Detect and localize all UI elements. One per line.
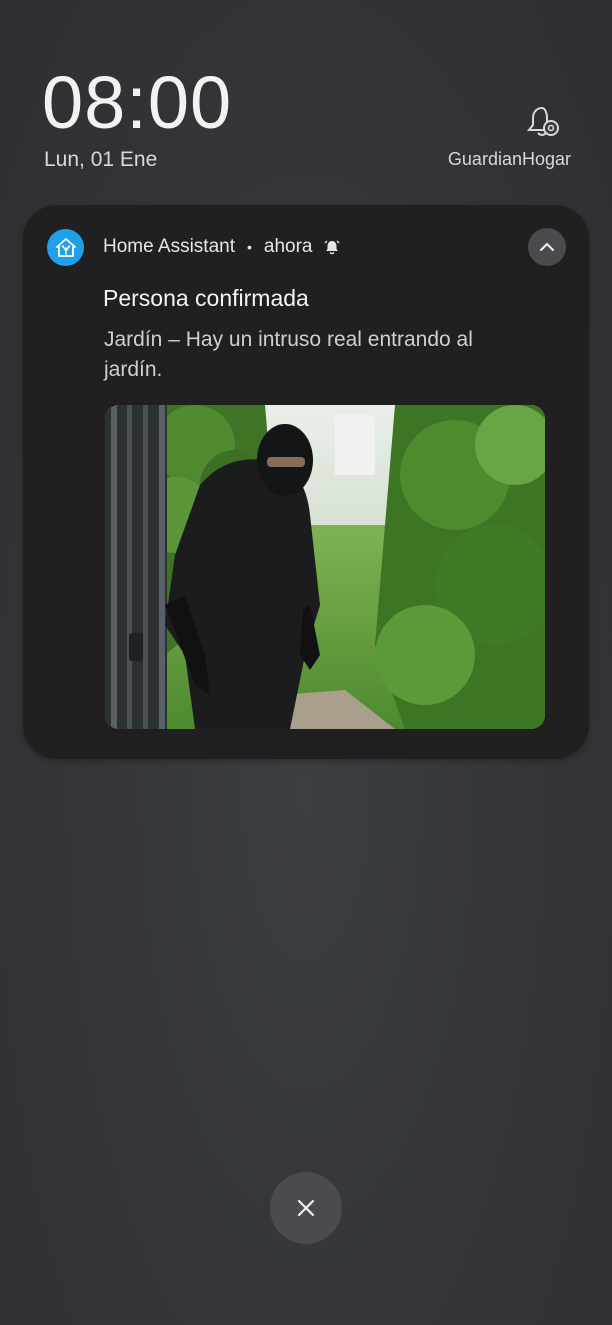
home-assistant-icon [47, 229, 84, 266]
clear-notifications-button[interactable] [270, 1172, 342, 1244]
notification-card[interactable]: Home Assistant • ahora Persona confirmad… [23, 205, 589, 759]
notification-title: Persona confirmada [103, 285, 309, 311]
notification-message: Jardín – Hay un intruso real entrando al… [104, 328, 473, 381]
notification-time: ahora [263, 236, 313, 257]
alarm-bell-icon [323, 238, 341, 256]
bell-settings-icon[interactable] [524, 104, 562, 140]
app-name: Home Assistant [103, 236, 235, 257]
header-separator: • [247, 239, 252, 255]
collapse-button[interactable] [528, 228, 566, 266]
camera-snapshot[interactable] [105, 405, 545, 729]
chevron-up-icon [539, 242, 555, 252]
lockscreen-clock: 08:00 [42, 61, 233, 144]
lockscreen-date: Lun, 01 Ene [44, 148, 158, 171]
owner-label: GuardianHogar [447, 149, 571, 169]
close-icon [297, 1199, 315, 1217]
notification-header: Home Assistant • ahora [103, 236, 341, 258]
